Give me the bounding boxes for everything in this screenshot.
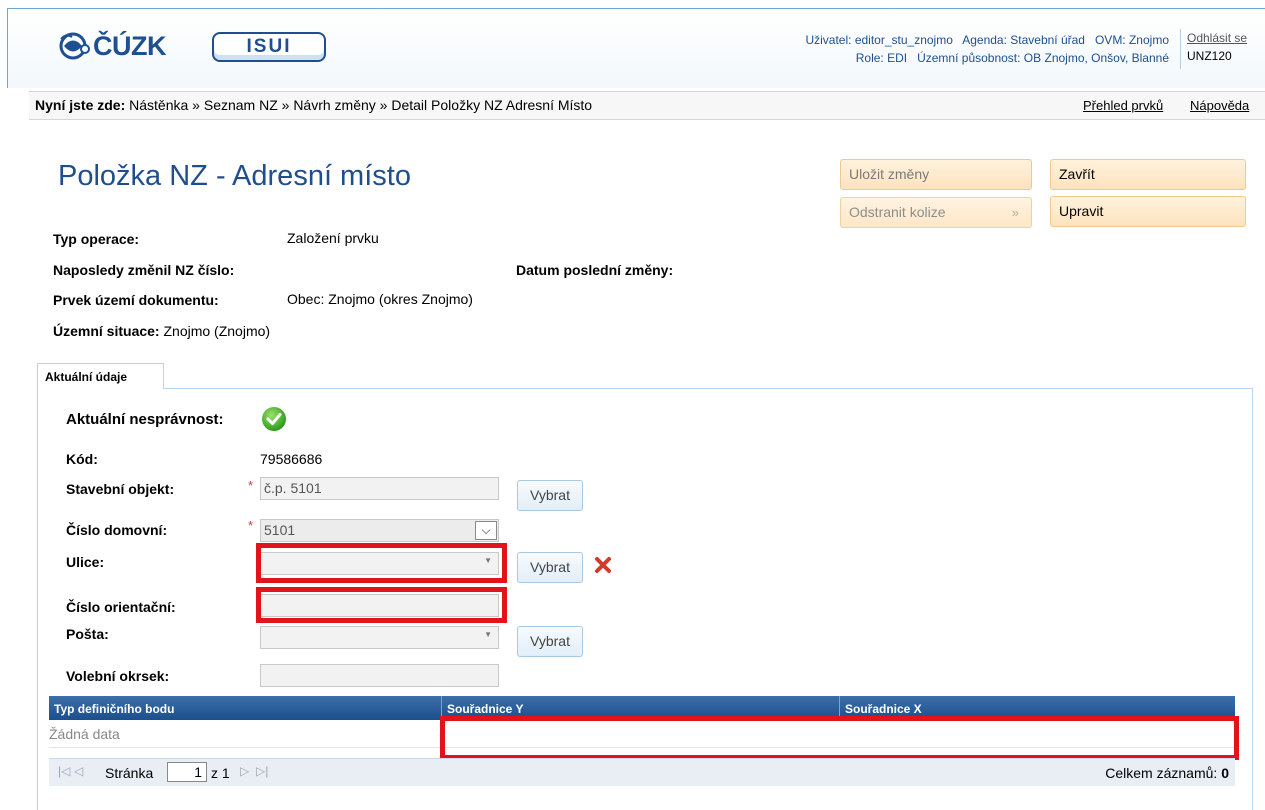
highlight-coordinates [440, 716, 1239, 760]
operation-type-value: Založení prvku [287, 230, 379, 246]
page-label: Stránka [105, 765, 154, 781]
cuzk-logo-text: ČÚZK [93, 30, 167, 61]
territorial-situation-label: Územní situace: [53, 323, 160, 339]
delete-icon[interactable] [594, 556, 612, 574]
post-office-label: Pošta: [66, 626, 109, 642]
house-number-select[interactable]: 5101 ⌵ [260, 519, 499, 542]
post-office-select[interactable]: ▼ [260, 626, 499, 649]
page-title: Položka NZ - Adresní místo [58, 160, 411, 192]
page-number-input[interactable]: 1 [167, 762, 207, 782]
isui-logo[interactable]: ISUI [212, 32, 326, 62]
chevron-down-icon[interactable]: ⌵ [475, 521, 497, 540]
remove-conflicts-button[interactable]: Odstranit kolize » [840, 197, 1032, 228]
house-number-value: 5101 [264, 522, 296, 538]
user-code: UNZ120 [1187, 49, 1232, 63]
breadcrumb-prefix: Nyní jste zde: [35, 97, 126, 113]
last-changed-label: Naposledy změnil NZ číslo: [53, 262, 235, 278]
save-changes-button[interactable]: Uložit změny [840, 159, 1032, 190]
last-change-date-label: Datum poslední změny: [516, 262, 674, 278]
breadcrumb-path[interactable]: Nástěnka » Seznam NZ » Návrh změny » Det… [129, 97, 592, 113]
select-street-button[interactable]: Vybrat [517, 552, 583, 583]
total-records: Celkem záznamů: 0 [1105, 765, 1229, 781]
electoral-district-label: Volební okrsek: [66, 668, 170, 684]
prev-page-icon[interactable]: ◁ [74, 764, 83, 778]
territorial-situation: Územní situace: Znojmo (Znojmo) [53, 323, 270, 339]
total-records-value: 0 [1221, 765, 1229, 781]
help-link[interactable]: Nápověda [1190, 98, 1249, 113]
last-page-icon[interactable]: ▷| [256, 764, 268, 778]
incorrectness-label: Aktuální nesprávnost: [66, 411, 224, 428]
next-page-icon[interactable]: ▷ [240, 764, 249, 778]
highlight-street [256, 543, 507, 583]
cuzk-emblem-icon [59, 32, 90, 60]
logout-area: Odhlásit se UNZ120 [1180, 29, 1247, 69]
total-records-label: Celkem záznamů: [1105, 765, 1218, 781]
required-marker: * [248, 478, 254, 493]
street-label: Ulice: [66, 554, 105, 570]
edit-button[interactable]: Upravit [1050, 196, 1246, 227]
house-number-label: Číslo domovní: [66, 522, 168, 538]
orientation-number-label: Číslo orientační: [66, 599, 176, 615]
select-post-office-button[interactable]: Vybrat [517, 626, 583, 657]
first-page-icon[interactable]: |◁ [58, 764, 70, 778]
cuzk-logo[interactable]: ČÚZK [58, 30, 167, 62]
code-label: Kód: [66, 451, 98, 467]
check-ok-icon [262, 407, 286, 431]
highlight-orientation-number [256, 587, 507, 623]
user-info-line1: Uživatel: editor_stu_znojmo Agenda: Stav… [805, 33, 1169, 47]
required-marker: * [248, 518, 254, 533]
territorial-situation-value: Znojmo (Znojmo) [163, 323, 271, 339]
page-count: z 1 [211, 765, 230, 781]
building-label: Stavební objekt: [66, 481, 175, 497]
breadcrumb: Nyní jste zde: Nástěnka » Seznam NZ » Ná… [35, 97, 592, 113]
overview-link[interactable]: Přehled prvků [1083, 98, 1163, 113]
operation-type-label: Typ operace: [53, 231, 140, 247]
user-info-line2: Role: EDI Územní působnost: OB Znojmo, O… [855, 51, 1169, 65]
user-info: Uživatel: editor_stu_znojmo Agenda: Stav… [805, 31, 1169, 67]
select-building-button[interactable]: Vybrat [517, 480, 583, 511]
double-chevron-right-icon: » [1011, 205, 1019, 220]
remove-conflicts-label: Odstranit kolize [849, 204, 946, 220]
column-header-definition-point-type[interactable]: Typ definičního bodu [49, 696, 442, 720]
grid-pager: |◁ ◁ Stránka 1 z 1 ▷ ▷| Celkem záznamů: … [49, 758, 1235, 786]
dropdown-arrow-icon: ▼ [484, 630, 492, 639]
empty-grid-text: Žádná data [49, 726, 120, 742]
close-button[interactable]: Zavřít [1050, 159, 1246, 190]
logout-link[interactable]: Odhlásit se [1187, 29, 1247, 47]
electoral-district-input[interactable] [260, 664, 499, 687]
document-element-label: Prvek území dokumentu: [53, 292, 219, 308]
code-value: 79586686 [260, 451, 323, 467]
document-element-value: Obec: Znojmo (okres Znojmo) [287, 291, 473, 307]
tab-current-data[interactable]: Aktuální údaje [37, 363, 164, 389]
building-input[interactable]: č.p. 5101 [260, 477, 499, 500]
